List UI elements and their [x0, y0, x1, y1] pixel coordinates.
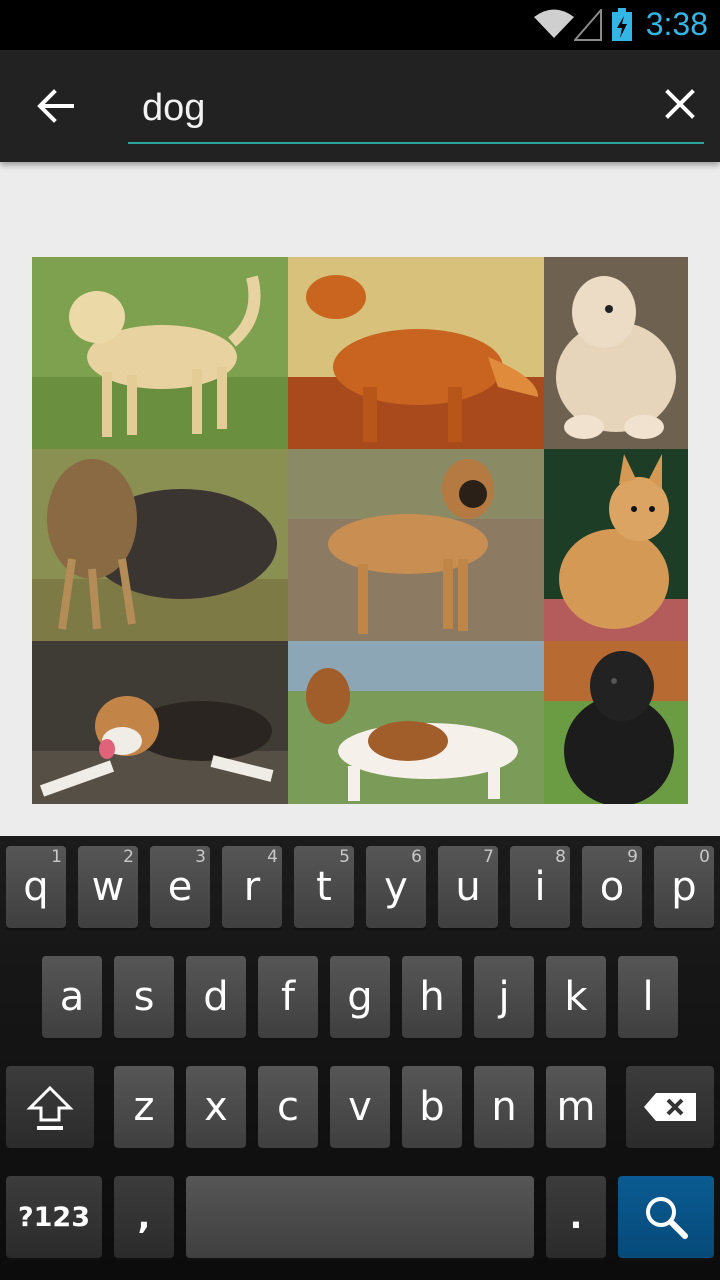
soft-keyboard: q1 w2 e3 r4 t5 y6 u7 i8 o9 p0 a s d f g …	[0, 836, 720, 1280]
arrow-back-icon	[37, 89, 74, 123]
key-r[interactable]: r4	[222, 846, 282, 928]
search-action-key[interactable]	[618, 1176, 714, 1258]
key-c[interactable]: c	[258, 1066, 318, 1148]
key-s[interactable]: s	[114, 956, 174, 1038]
space-key[interactable]	[186, 1176, 534, 1258]
search-toolbar	[0, 50, 720, 162]
key-y[interactable]: y6	[366, 846, 426, 928]
search-icon	[646, 1197, 688, 1239]
result-image-boxer[interactable]	[288, 449, 544, 641]
result-image-beagle[interactable]	[32, 641, 288, 804]
search-field[interactable]	[128, 72, 704, 144]
result-image-golden-retriever[interactable]	[288, 257, 544, 449]
key-o[interactable]: o9	[582, 846, 642, 928]
delete-key[interactable]	[626, 1066, 714, 1148]
search-input[interactable]	[142, 80, 642, 136]
key-v[interactable]: v	[330, 1066, 390, 1148]
key-e[interactable]: e3	[150, 846, 210, 928]
key-p[interactable]: p0	[654, 846, 714, 928]
key-x[interactable]: x	[186, 1066, 246, 1148]
result-image-cockapoo[interactable]	[544, 257, 688, 449]
wifi-icon	[534, 9, 574, 38]
cellular-signal-icon	[574, 9, 602, 41]
key-k[interactable]: k	[546, 956, 606, 1038]
image-results-grid	[32, 257, 688, 804]
close-icon	[665, 89, 695, 119]
key-a[interactable]: a	[42, 956, 102, 1038]
key-z[interactable]: z	[114, 1066, 174, 1148]
comma-key[interactable]: ,	[114, 1176, 174, 1258]
key-m[interactable]: m	[546, 1066, 606, 1148]
period-key[interactable]: .	[546, 1176, 606, 1258]
result-image-newfoundland[interactable]	[544, 641, 688, 804]
key-i[interactable]: i8	[510, 846, 570, 928]
battery-charging-icon	[612, 8, 632, 41]
backspace-icon	[644, 1093, 696, 1121]
key-u[interactable]: u7	[438, 846, 498, 928]
result-image-basset-hound[interactable]	[288, 641, 544, 804]
key-b[interactable]: b	[402, 1066, 462, 1148]
key-d[interactable]: d	[186, 956, 246, 1038]
key-l[interactable]: l	[618, 956, 678, 1038]
status-bar: 3:38	[0, 0, 720, 50]
shift-key[interactable]	[6, 1066, 94, 1148]
symbols-key[interactable]: ?123	[6, 1176, 102, 1258]
key-q[interactable]: q1	[6, 846, 66, 928]
shift-arrow-icon	[26, 1085, 74, 1130]
key-f[interactable]: f	[258, 956, 318, 1038]
clock: 3:38	[645, 6, 708, 42]
result-image-yorkshire-terrier[interactable]	[32, 449, 288, 641]
key-w[interactable]: w2	[78, 846, 138, 928]
clear-button[interactable]	[656, 80, 704, 128]
key-g[interactable]: g	[330, 956, 390, 1038]
result-image-pomeranian[interactable]	[544, 449, 688, 641]
key-n[interactable]: n	[474, 1066, 534, 1148]
back-button[interactable]	[28, 78, 84, 134]
key-t[interactable]: t5	[294, 846, 354, 928]
key-j[interactable]: j	[474, 956, 534, 1038]
key-h[interactable]: h	[402, 956, 462, 1038]
result-image-labrador[interactable]	[32, 257, 288, 449]
